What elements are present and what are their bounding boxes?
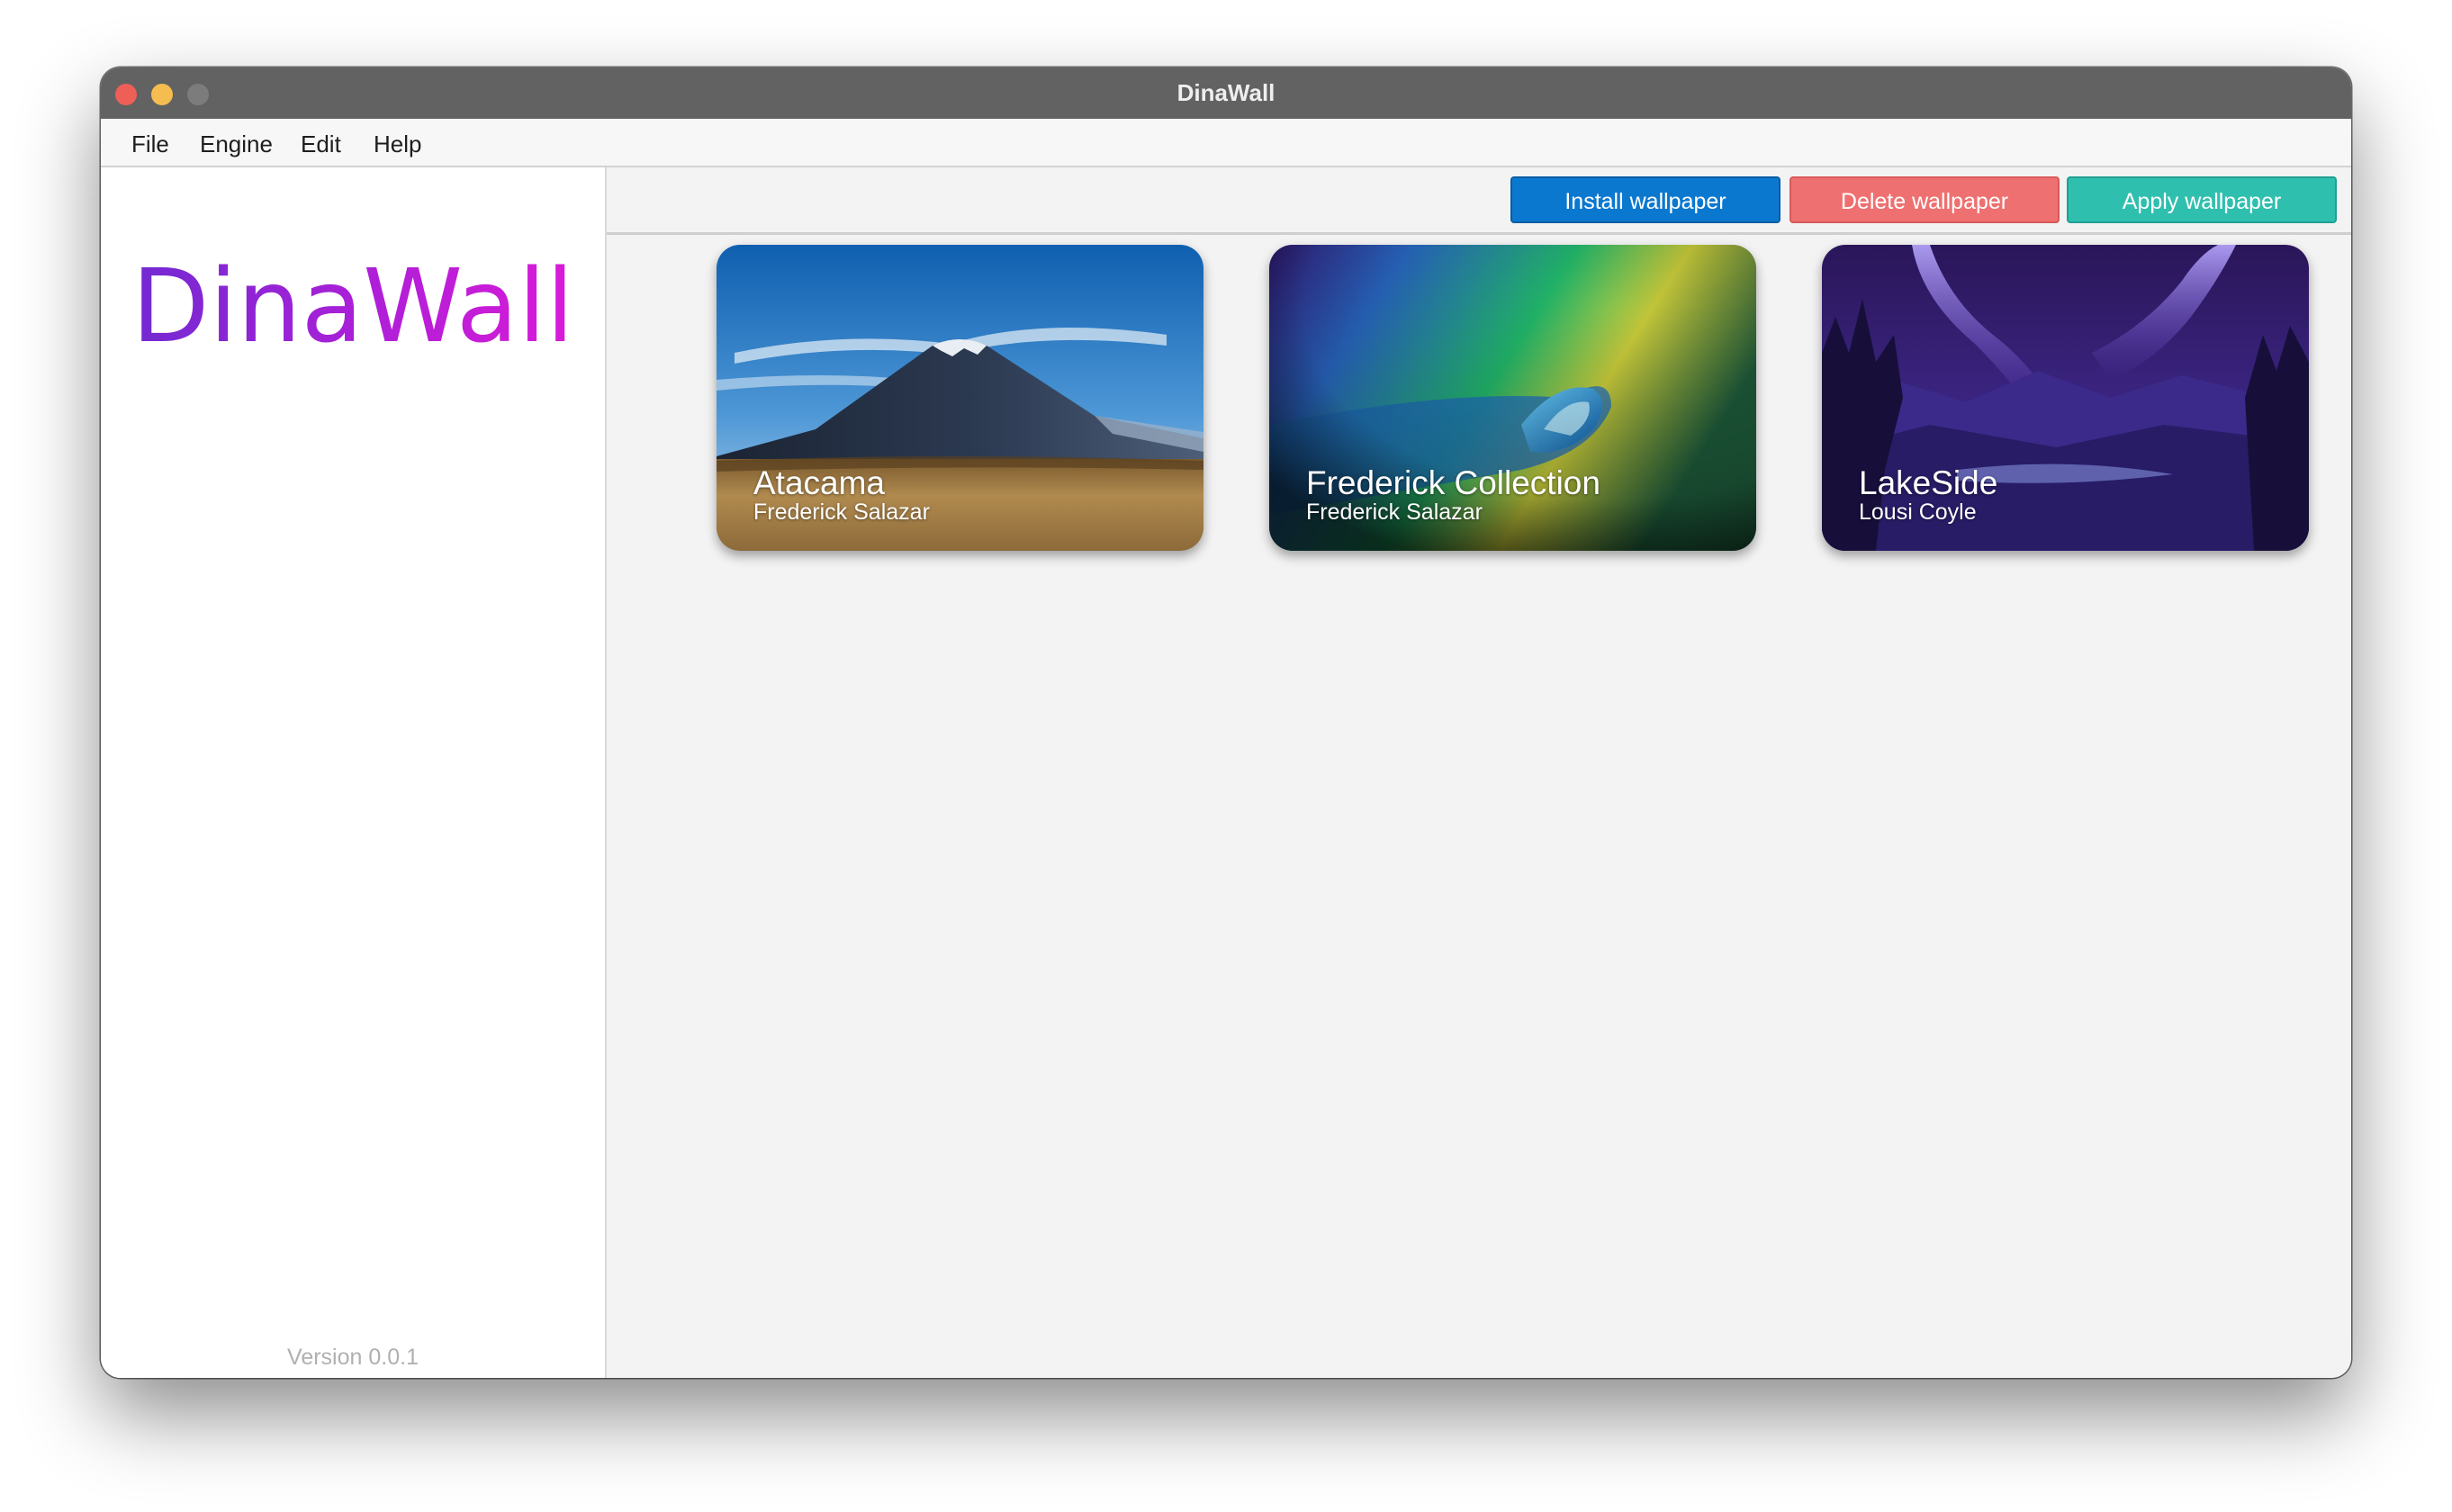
wallpaper-title: Atacama bbox=[753, 464, 886, 501]
toolbar: Install wallpaper Delete wallpaper Apply… bbox=[607, 167, 2351, 235]
menu-bar: File Engine Edit Help bbox=[101, 119, 2351, 167]
apply-wallpaper-button[interactable]: Apply wallpaper bbox=[2067, 176, 2337, 223]
wallpaper-author: Frederick Salazar bbox=[753, 500, 930, 525]
version-label: Version 0.0.1 bbox=[287, 1345, 419, 1370]
delete-wallpaper-button[interactable]: Delete wallpaper bbox=[1789, 176, 2060, 223]
menu-help[interactable]: Help bbox=[374, 119, 421, 167]
app-window: DinaWall File Engine Edit Help DinaWall … bbox=[101, 68, 2351, 1378]
wallpaper-card-atacama[interactable]: Atacama Frederick Salazar bbox=[717, 245, 1203, 551]
wallpaper-author: Lousi Coyle bbox=[1859, 500, 1977, 525]
menu-engine[interactable]: Engine bbox=[200, 119, 273, 167]
wallpaper-title: Frederick Collection bbox=[1306, 464, 1600, 501]
wallpaper-title: LakeSide bbox=[1859, 464, 1998, 501]
menu-edit[interactable]: Edit bbox=[301, 119, 341, 167]
wallpaper-author: Frederick Salazar bbox=[1306, 500, 1483, 525]
window-title: DinaWall bbox=[1176, 79, 1276, 106]
sidebar: DinaWall Version 0.0.1 bbox=[101, 167, 607, 1378]
title-bar[interactable]: DinaWall bbox=[101, 68, 2351, 120]
wallpaper-card-frederick-collection[interactable]: Frederick Collection Frederick Salazar bbox=[1269, 245, 1756, 551]
app-logo: DinaWall bbox=[101, 253, 605, 361]
menu-file[interactable]: File bbox=[131, 119, 169, 167]
wallpaper-gallery: Install wallpaper Delete wallpaper Apply… bbox=[607, 167, 2351, 1378]
wallpaper-card-lakeside[interactable]: LakeSide Lousi Coyle bbox=[1822, 245, 2309, 551]
install-wallpaper-button[interactable]: Install wallpaper bbox=[1510, 176, 1780, 223]
